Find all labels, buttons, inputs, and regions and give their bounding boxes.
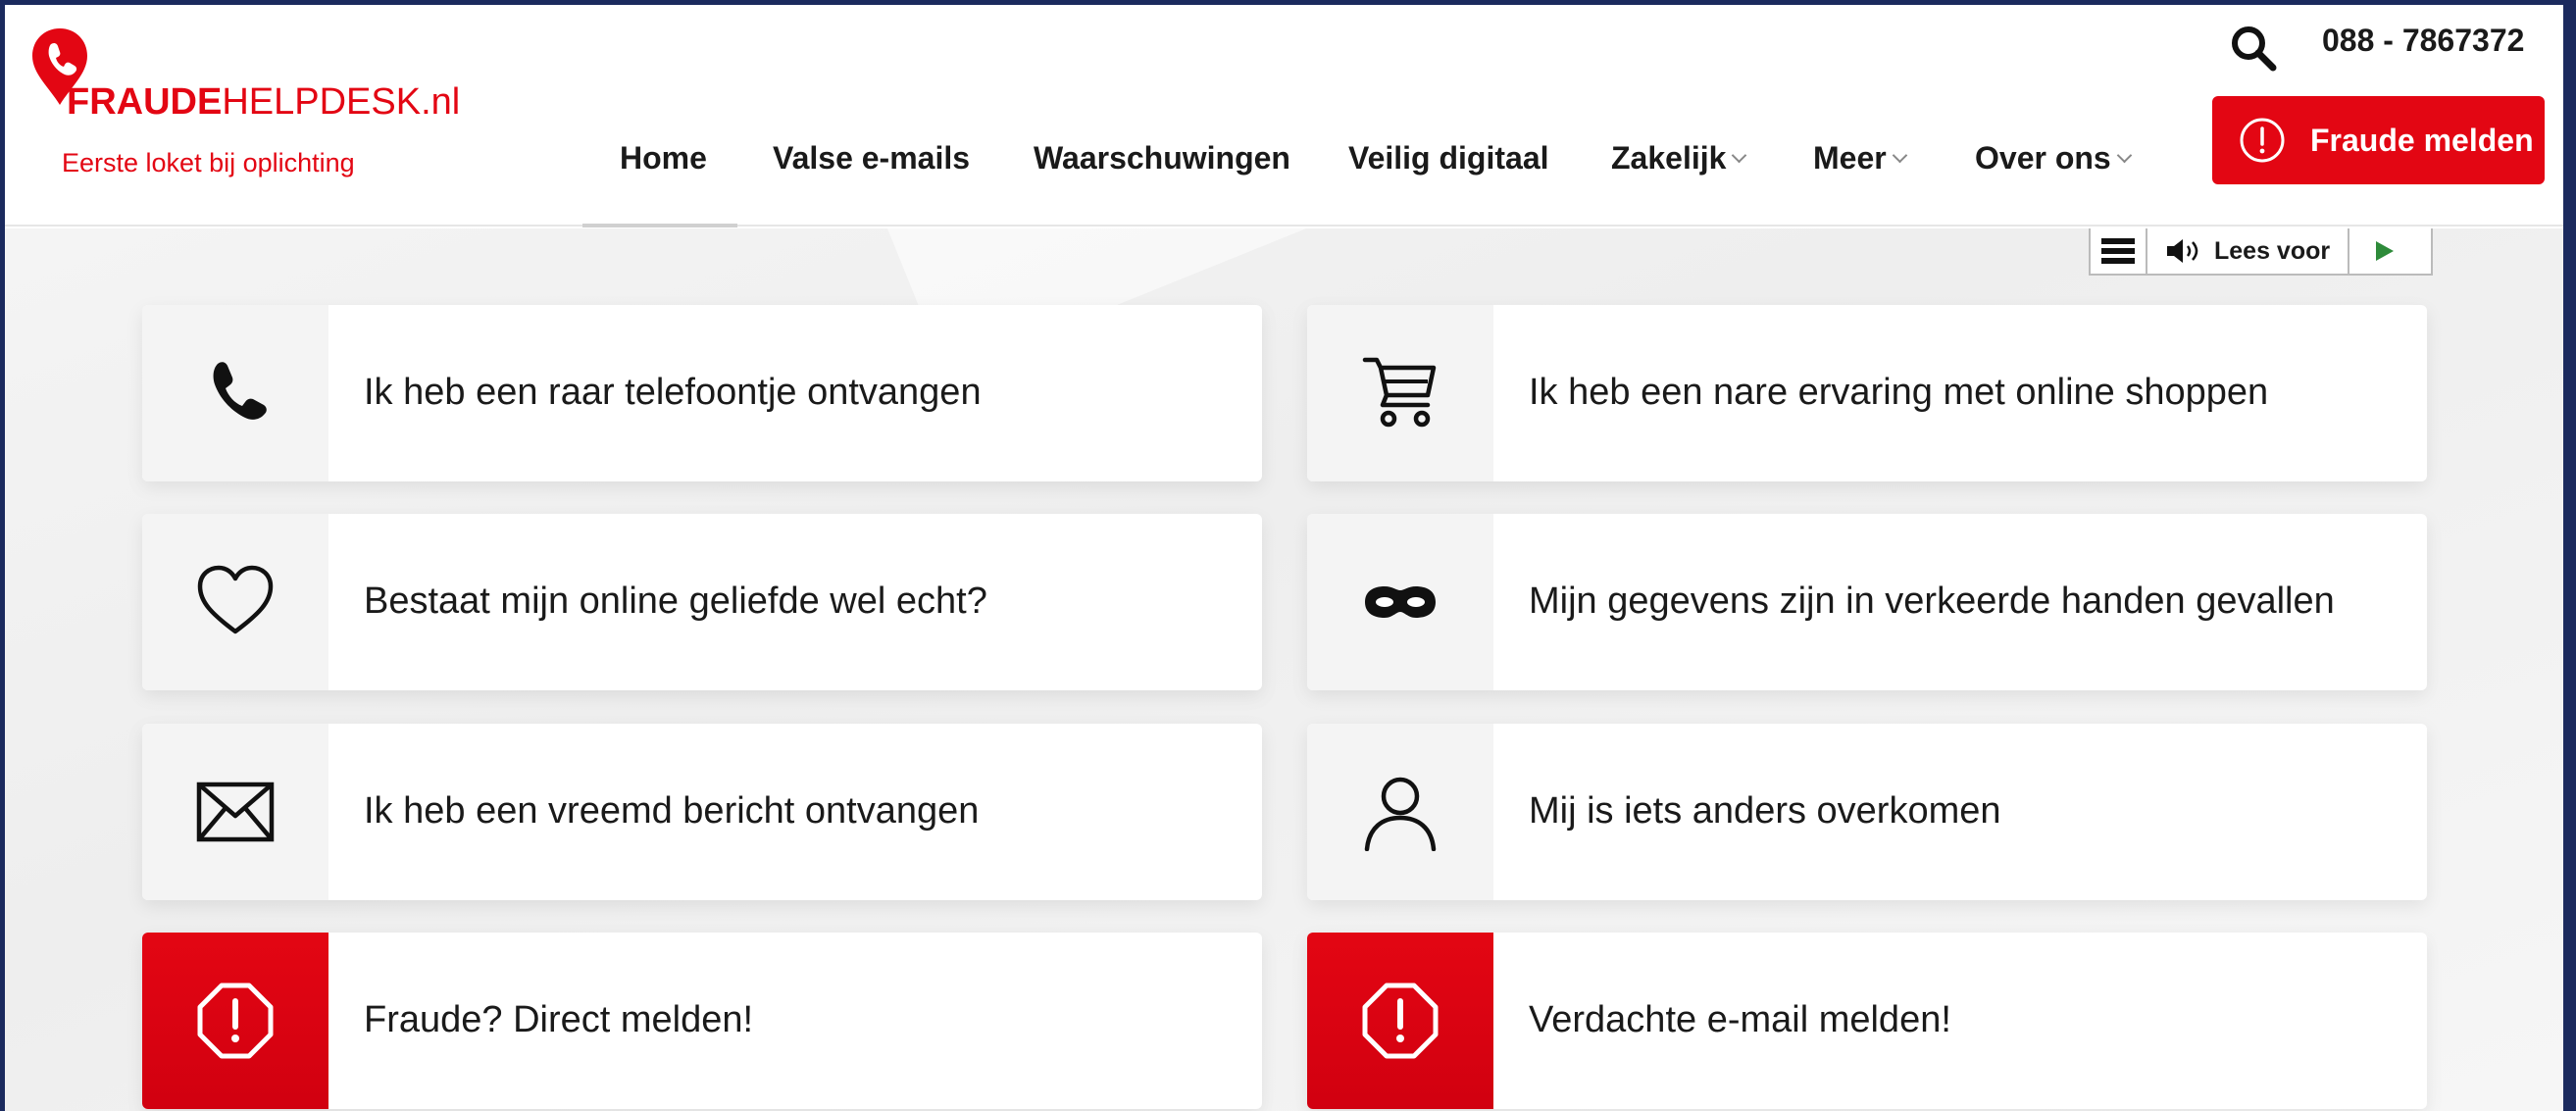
shopping-cart-icon [1362, 357, 1437, 428]
card-label: Mij is iets anders overkomen [1529, 790, 2001, 833]
nav-item-zakelijk[interactable]: Zakelijk [1611, 140, 1747, 177]
card-icon-box [142, 724, 328, 900]
card-iets-anders[interactable]: Mij is iets anders overkomen [1307, 724, 2427, 900]
card-label: Mijn gegevens zijn in verkeerde handen g… [1529, 581, 2335, 623]
card-fraude-direct-melden[interactable]: Fraude? Direct melden! [142, 933, 1262, 1109]
nav-item-label: Over ons [1975, 140, 2111, 176]
fraude-melden-button[interactable]: Fraude melden [2212, 96, 2545, 184]
browser-viewport: FRAUDEHELPDESK.nl Eerste loket bij oplic… [5, 5, 2563, 1111]
card-icon-box [142, 305, 328, 481]
nav-item-label: Waarschuwingen [1034, 140, 1290, 176]
phone-icon [213, 362, 267, 420]
menu-icon[interactable] [2091, 228, 2147, 274]
card-gegevens-verkeerde-handen[interactable]: Mijn gegevens zijn in verkeerde handen g… [1307, 514, 2427, 690]
card-icon-box [1307, 724, 1493, 900]
lees-voor-button[interactable]: Lees voor [2147, 228, 2350, 274]
nav-item-over-ons[interactable]: Over ons [1975, 140, 2132, 177]
mask-icon [1365, 586, 1436, 618]
logo-wordmark: FRAUDEHELPDESK.nl [67, 83, 460, 121]
envelope-icon [196, 782, 275, 842]
chevron-down-icon [1732, 147, 1747, 164]
phone-number[interactable]: 088 - 7867372 [2322, 23, 2524, 59]
nav-item-meer[interactable]: Meer [1813, 140, 1907, 177]
nav-item-veilig-digitaal[interactable]: Veilig digitaal [1348, 140, 1549, 177]
main-content: Lees voor Ik heb een raar telefoontje on… [5, 5, 2563, 1111]
card-icon-box [142, 933, 328, 1109]
active-nav-indicator [582, 224, 737, 227]
alert-circle-icon [2240, 118, 2285, 163]
person-icon [1364, 777, 1437, 851]
nav-item-label: Meer [1813, 140, 1887, 176]
search-icon[interactable] [2228, 23, 2279, 74]
nav-item-label: Home [620, 140, 707, 176]
card-online-geliefde[interactable]: Bestaat mijn online geliefde wel echt? [142, 514, 1262, 690]
nav-item-label: Veilig digitaal [1348, 140, 1549, 176]
card-label: Verdachte e-mail melden! [1529, 999, 1951, 1041]
card-verdachte-email-melden[interactable]: Verdachte e-mail melden! [1307, 933, 2427, 1109]
card-vreemd-bericht[interactable]: Ik heb een vreemd bericht ontvangen [142, 724, 1262, 900]
logo-text-strong: FRAUDE [67, 81, 223, 123]
heart-icon [197, 565, 274, 634]
alert-octagon-icon [1362, 983, 1439, 1059]
card-label: Fraude? Direct melden! [364, 999, 754, 1041]
alert-octagon-icon [197, 983, 274, 1059]
card-icon-box [1307, 305, 1493, 481]
chevron-down-icon [2116, 147, 2132, 164]
card-label: Ik heb een vreemd bericht ontvangen [364, 790, 980, 833]
site-header: FRAUDEHELPDESK.nl Eerste loket bij oplic… [5, 5, 2563, 227]
logo-text-light: HELPDESK.nl [222, 81, 461, 123]
nav-item-label: Zakelijk [1611, 140, 1727, 176]
nav-item-label: Valse e-mails [773, 140, 971, 176]
readspeaker-toolbar: Lees voor [2089, 228, 2433, 276]
speaker-icon [2167, 239, 2198, 263]
site-tagline: Eerste loket bij oplichting [62, 148, 355, 177]
card-icon-box [1307, 514, 1493, 690]
nav-item-waarschuwingen[interactable]: Waarschuwingen [1034, 140, 1290, 177]
card-label: Bestaat mijn online geliefde wel echt? [364, 581, 987, 623]
chevron-down-icon [1892, 147, 1907, 164]
nav-item-valse-e-mails[interactable]: Valse e-mails [773, 140, 970, 177]
nav-item-home[interactable]: Home [620, 140, 707, 177]
fraude-melden-label: Fraude melden [2310, 122, 2534, 158]
card-label: Ik heb een raar telefoontje ontvangen [364, 372, 982, 414]
card-label: Ik heb een nare ervaring met online shop… [1529, 372, 2269, 414]
card-icon-box [142, 514, 328, 690]
card-raar-telefoontje[interactable]: Ik heb een raar telefoontje ontvangen [142, 305, 1262, 481]
card-icon-box [1307, 933, 1493, 1109]
play-icon[interactable] [2349, 228, 2420, 274]
lees-voor-label: Lees voor [2214, 236, 2331, 265]
card-online-shoppen[interactable]: Ik heb een nare ervaring met online shop… [1307, 305, 2427, 481]
